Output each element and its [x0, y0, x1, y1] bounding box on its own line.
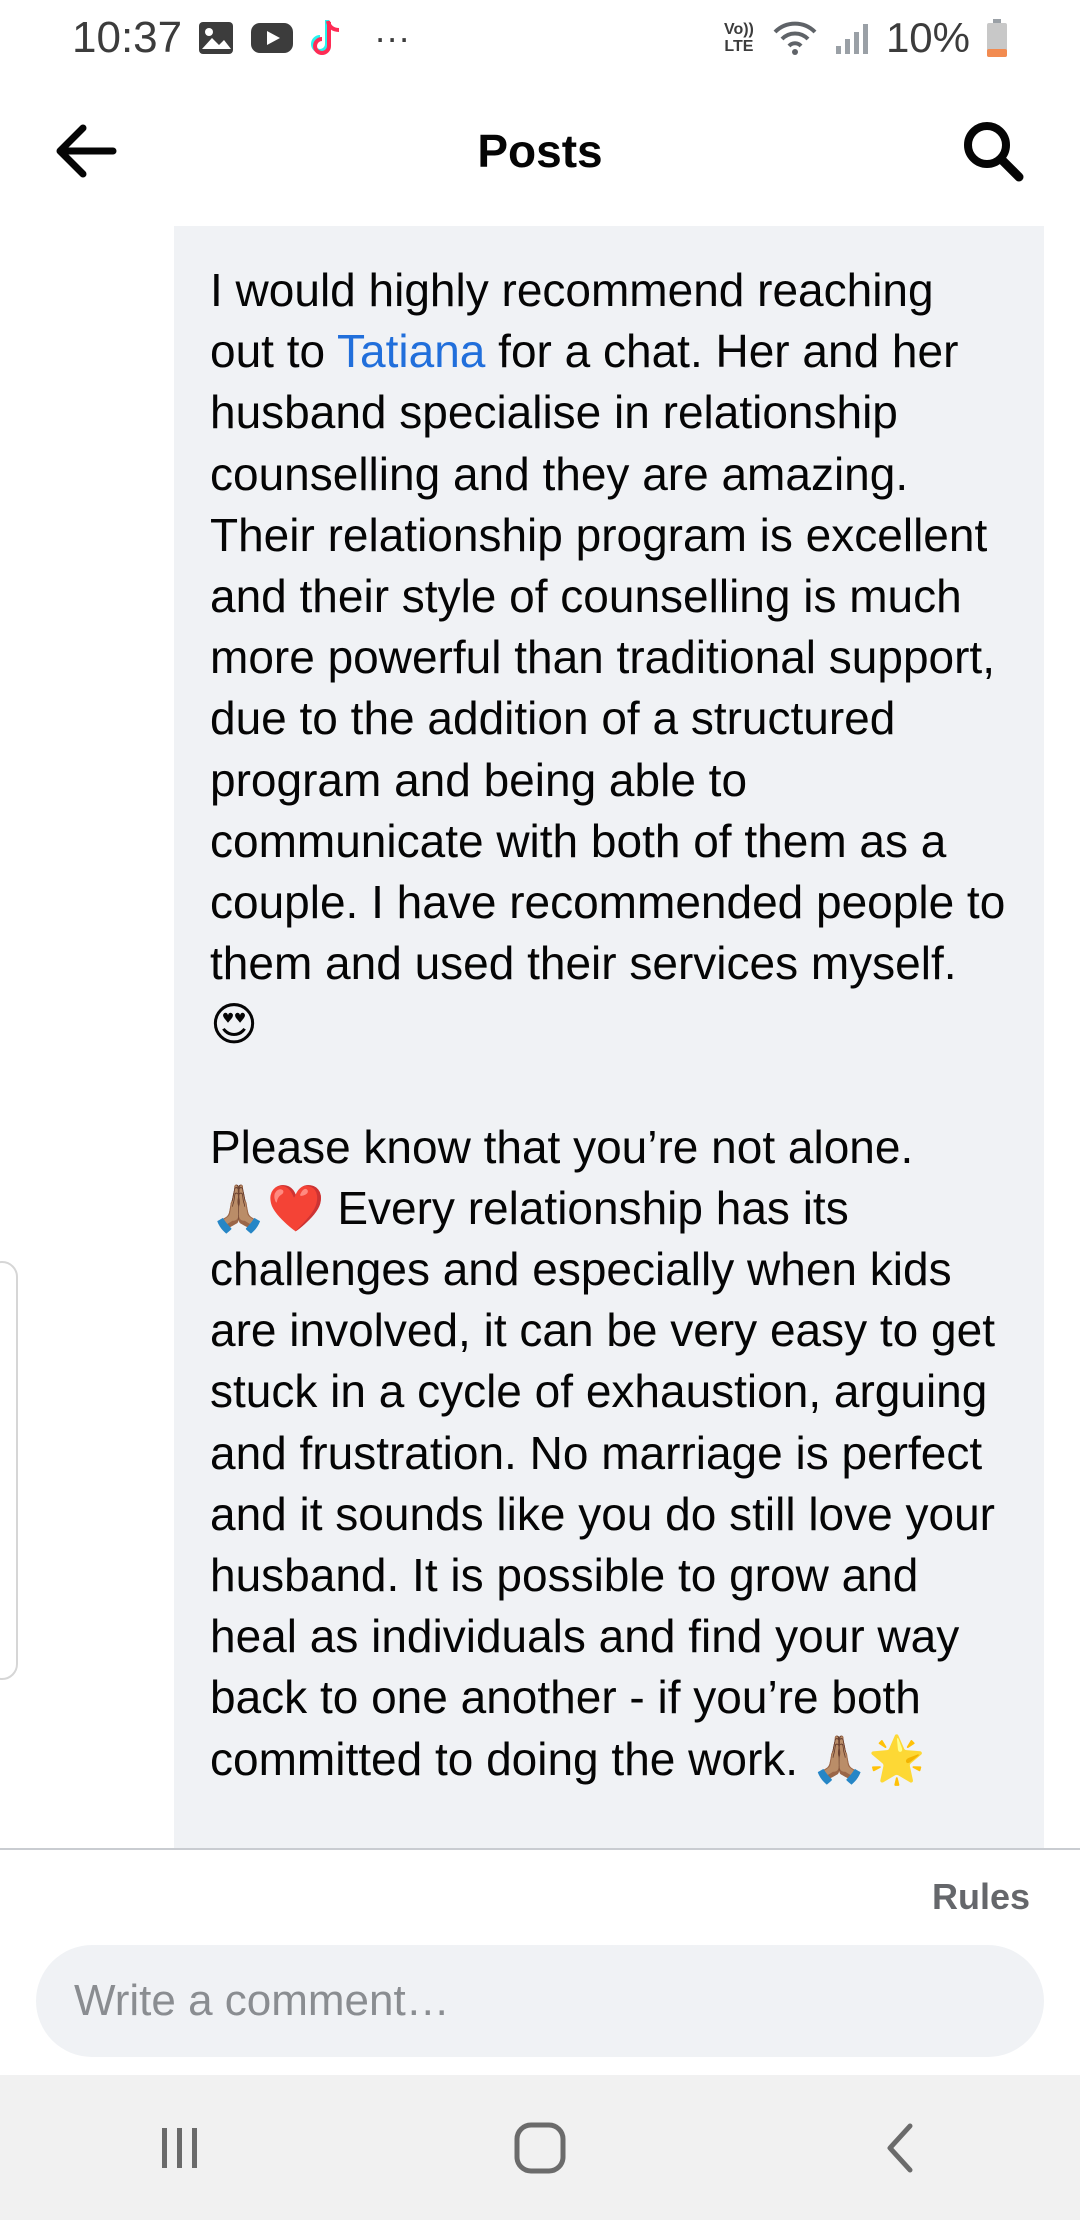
comment-text-segment: Please know that you’re not alone.	[210, 1120, 914, 1173]
back-icon	[887, 2123, 913, 2172]
comment-text-segment: for a chat. Her and her husband speciali…	[210, 325, 1006, 990]
system-nav-bar	[0, 2075, 1080, 2220]
recent-apps-button[interactable]	[120, 2098, 240, 2198]
status-time: 10:37	[72, 13, 183, 62]
gallery-icon	[198, 21, 234, 55]
back-button[interactable]	[50, 116, 120, 186]
youtube-icon	[250, 21, 294, 55]
wifi-icon	[772, 20, 818, 56]
post-content-area[interactable]: I would highly recommend reaching out to…	[0, 226, 1080, 1848]
volte-label: Vo)) LTE	[723, 21, 754, 55]
app-header: Posts	[0, 76, 1080, 226]
rules-link[interactable]: Rules	[932, 1876, 1030, 1918]
recent-apps-icon	[162, 2127, 197, 2168]
pray-star-emoji: 🙏🏽🌟	[810, 1731, 926, 1786]
pray-heart-emoji: 🙏🏽❤️	[210, 1180, 325, 1235]
comment-paragraph-1: I would highly recommend reaching out to…	[210, 260, 1010, 1056]
battery-icon	[986, 18, 1008, 58]
status-left: 10:37 ···	[72, 13, 410, 63]
comment-bubble[interactable]: I would highly recommend reaching out to…	[174, 226, 1044, 1848]
tiktok-icon	[310, 18, 344, 58]
comment-text: I would highly recommend reaching out to…	[210, 260, 1010, 1790]
search-button[interactable]	[956, 114, 1030, 188]
arrow-left-icon	[56, 124, 117, 178]
signal-icon	[834, 20, 870, 56]
battery-percent: 10%	[885, 14, 970, 61]
scroll-edge-panel	[0, 1261, 18, 1680]
divider	[0, 1848, 1080, 1850]
comment-input-box[interactable]	[36, 1945, 1044, 2057]
comment-input[interactable]	[72, 1975, 1044, 2027]
comment-text-segment: Every relationship has its challenges an…	[210, 1181, 995, 1785]
status-bar: 10:37 ··· Vo)) LTE 10%	[0, 0, 1080, 76]
status-right: Vo)) LTE 10%	[722, 14, 1008, 62]
home-icon	[514, 2122, 566, 2173]
comment-paragraph-2: Please know that you’re not alone. 🙏🏽❤️ E…	[210, 1117, 1010, 1790]
nav-back-button[interactable]	[840, 2098, 960, 2198]
home-button[interactable]	[480, 2098, 600, 2198]
search-icon	[964, 122, 1024, 182]
mention-link[interactable]: Tatiana	[337, 325, 485, 377]
more-notifications-label: ···	[374, 17, 411, 58]
heart-eyes-emoji: 😍	[210, 997, 258, 1052]
page-title: Posts	[477, 125, 603, 177]
